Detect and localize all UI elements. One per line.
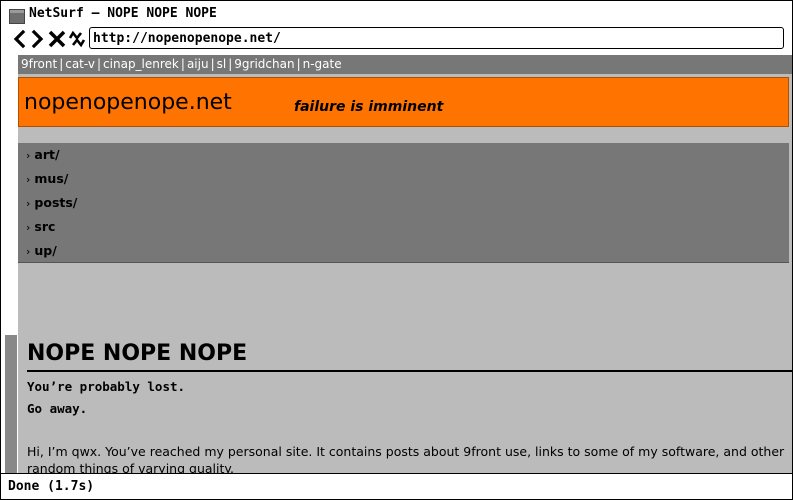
back-button[interactable] [10,29,30,49]
menu-arrow-icon: › [26,221,31,234]
link-aiju[interactable]: aiju [187,57,209,71]
window-icon[interactable] [9,9,25,24]
chevron-left-icon [13,29,26,49]
vertical-scrollbar[interactable] [1,55,18,473]
menu-item-mus[interactable]: › mus/ [26,167,68,191]
status-bar: Done (1.7s) [1,473,792,499]
url-input[interactable] [93,29,773,47]
lost-message: You’re probably lost. Go away. [27,376,185,420]
chevron-right-icon [31,29,44,49]
link-cat-v[interactable]: cat-v [65,57,95,71]
menu-arrow-icon: › [26,173,31,186]
link-n-gate[interactable]: n-gate [303,57,342,71]
site-tagline: failure is imminent [294,99,444,115]
link-9front[interactable]: 9front [21,57,57,71]
menu-arrow-icon: › [26,149,31,162]
menu-arrow-icon: › [26,245,31,258]
top-links-bar: 9front | cat-v | cinap_lenrek | aiju | sl | 9gridc… [18,55,792,74]
lost-line: Go away. [27,401,88,416]
reload-button[interactable] [67,29,87,49]
scrollbar-thumb[interactable] [5,335,17,473]
heading-divider [27,370,792,372]
page-viewport: 9front | cat-v | cinap_lenrek | aiju | sl | 9gridc… [1,55,792,473]
close-icon [48,30,66,48]
stop-button[interactable] [47,29,67,49]
link-cinap-lenrek[interactable]: cinap_lenrek [103,57,179,71]
site-header: nopenopenope.net failure is imminent [18,77,789,127]
page-heading: NOPE NOPE NOPE [27,341,248,366]
link-9gridchan[interactable]: 9gridchan [234,57,294,71]
window-title: NetSurf — NOPE NOPE NOPE [29,6,217,21]
title-bar: NetSurf — NOPE NOPE NOPE [1,1,792,26]
url-bar[interactable] [89,27,784,49]
menu-item-art[interactable]: › art/ [26,143,60,167]
menu-item-src[interactable]: › src [26,215,55,239]
menu-item-up[interactable]: › up/ [26,239,57,263]
browser-window: NetSurf — NOPE NOPE NOPE 9front|cat- [0,0,793,500]
link-sl[interactable]: sl [217,57,227,71]
menu-item-posts[interactable]: › posts/ [26,191,77,215]
intro-paragraph: Hi, I’m qwx. You’ve reached my personal … [27,444,785,473]
reload-icon [68,30,86,48]
lost-line: You’re probably lost. [27,379,186,394]
site-title[interactable]: nopenopenope.net [24,90,232,115]
web-page: 9front | cat-v | cinap_lenrek | aiju | sl | 9gridc… [18,55,792,473]
menu-arrow-icon: › [26,197,31,210]
status-text: Done (1.7s) [8,479,95,494]
site-menu: › art/ › mus/ › posts/ › src › up/ [18,143,789,263]
forward-button[interactable] [28,29,48,49]
